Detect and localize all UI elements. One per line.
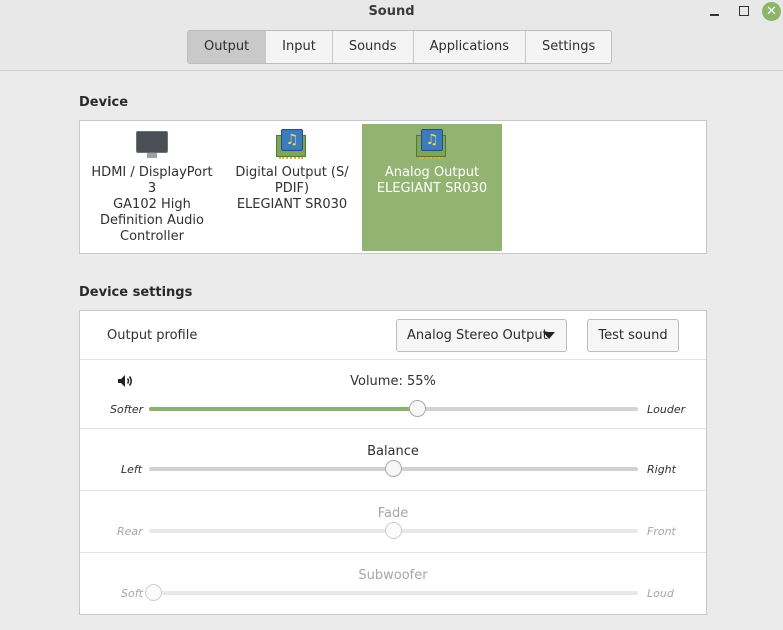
device-label-line: 3 xyxy=(147,181,157,196)
subwoofer-title: Subwoofer xyxy=(358,568,428,583)
fade-slider-handle xyxy=(385,522,402,539)
window-header: Sound ✕ Output Input Sounds Applications… xyxy=(0,0,783,71)
balance-slider-track[interactable] xyxy=(149,460,638,477)
fade-slider-track xyxy=(149,522,638,539)
device-hdmi[interactable]: HDMI / DisplayPort 3 GA102 High Definiti… xyxy=(82,124,222,251)
balance-max-label: Right xyxy=(647,463,676,476)
output-profile-label: Output profile xyxy=(107,328,198,343)
device-label-line: PDIF) xyxy=(274,181,310,196)
window-title: Sound xyxy=(368,4,415,19)
tab-sounds[interactable]: Sounds xyxy=(333,31,414,63)
device-list: HDMI / DisplayPort 3 GA102 High Definiti… xyxy=(79,120,707,254)
subwoofer-slider-track xyxy=(145,584,638,601)
tab-input[interactable]: Input xyxy=(266,31,333,63)
subwoofer-min-label: Soft xyxy=(121,587,143,600)
dropdown-arrow-icon xyxy=(543,332,555,339)
device-analog-output[interactable]: ♫ Analog Output ELEGIANT SR030 xyxy=(362,124,502,251)
balance-title: Balance xyxy=(367,444,419,459)
balance-slider-handle[interactable] xyxy=(385,460,402,477)
fade-min-label: Rear xyxy=(117,525,143,538)
volume-slider-handle[interactable] xyxy=(409,400,427,417)
device-label-line: Analog Output xyxy=(384,165,480,180)
device-label-line: Digital Output (S/ xyxy=(235,165,349,180)
output-profile-dropdown[interactable]: Analog Stereo Output xyxy=(396,319,567,352)
fade-title: Fade xyxy=(377,506,409,521)
fade-row: Fade Rear Front xyxy=(80,491,706,553)
device-label-line: GA102 High xyxy=(113,197,191,212)
device-settings-panel: Output profile Analog Stereo Output Test… xyxy=(79,310,707,615)
output-profile-row: Output profile Analog Stereo Output Test… xyxy=(80,311,706,360)
volume-row: Volume: 55% Softer Louder xyxy=(80,360,706,429)
device-label-line: HDMI / DisplayPort xyxy=(91,165,213,180)
tab-output[interactable]: Output xyxy=(188,31,267,63)
maximize-icon[interactable] xyxy=(735,3,753,21)
volume-title: Volume: 55% xyxy=(350,374,436,389)
balance-row: Balance Left Right xyxy=(80,429,706,491)
volume-max-label: Louder xyxy=(647,403,686,416)
output-profile-value: Analog Stereo Output xyxy=(407,328,548,343)
balance-min-label: Left xyxy=(121,463,143,476)
tab-applications[interactable]: Applications xyxy=(414,31,526,63)
device-settings-label: Device settings xyxy=(79,285,193,300)
fade-max-label: Front xyxy=(647,525,676,538)
subwoofer-slider-handle xyxy=(145,584,162,601)
device-label-line: ELEGIANT SR030 xyxy=(376,181,488,196)
test-sound-button[interactable]: Test sound xyxy=(587,319,679,352)
device-label-line: Controller xyxy=(120,229,184,244)
tab-settings[interactable]: Settings xyxy=(526,31,611,63)
volume-min-label: Softer xyxy=(110,403,144,416)
device-label-line: Definition Audio xyxy=(99,213,205,228)
minimize-icon[interactable] xyxy=(706,3,724,21)
volume-slider-track[interactable] xyxy=(149,400,638,417)
volume-slider-fill xyxy=(149,407,418,411)
close-icon[interactable]: ✕ xyxy=(762,2,781,21)
tab-bar: Output Input Sounds Applications Setting… xyxy=(187,30,613,64)
device-label-line: ELEGIANT SR030 xyxy=(236,197,348,212)
sound-card-icon: ♫ xyxy=(275,129,309,159)
monitor-icon xyxy=(135,129,169,159)
sound-card-icon: ♫ xyxy=(415,129,449,159)
subwoofer-max-label: Loud xyxy=(647,587,674,600)
subwoofer-row: Subwoofer Soft Loud xyxy=(80,553,706,615)
device-section-label: Device xyxy=(79,95,129,110)
device-digital-output[interactable]: ♫ Digital Output (S/ PDIF) ELEGIANT SR03… xyxy=(222,124,362,251)
